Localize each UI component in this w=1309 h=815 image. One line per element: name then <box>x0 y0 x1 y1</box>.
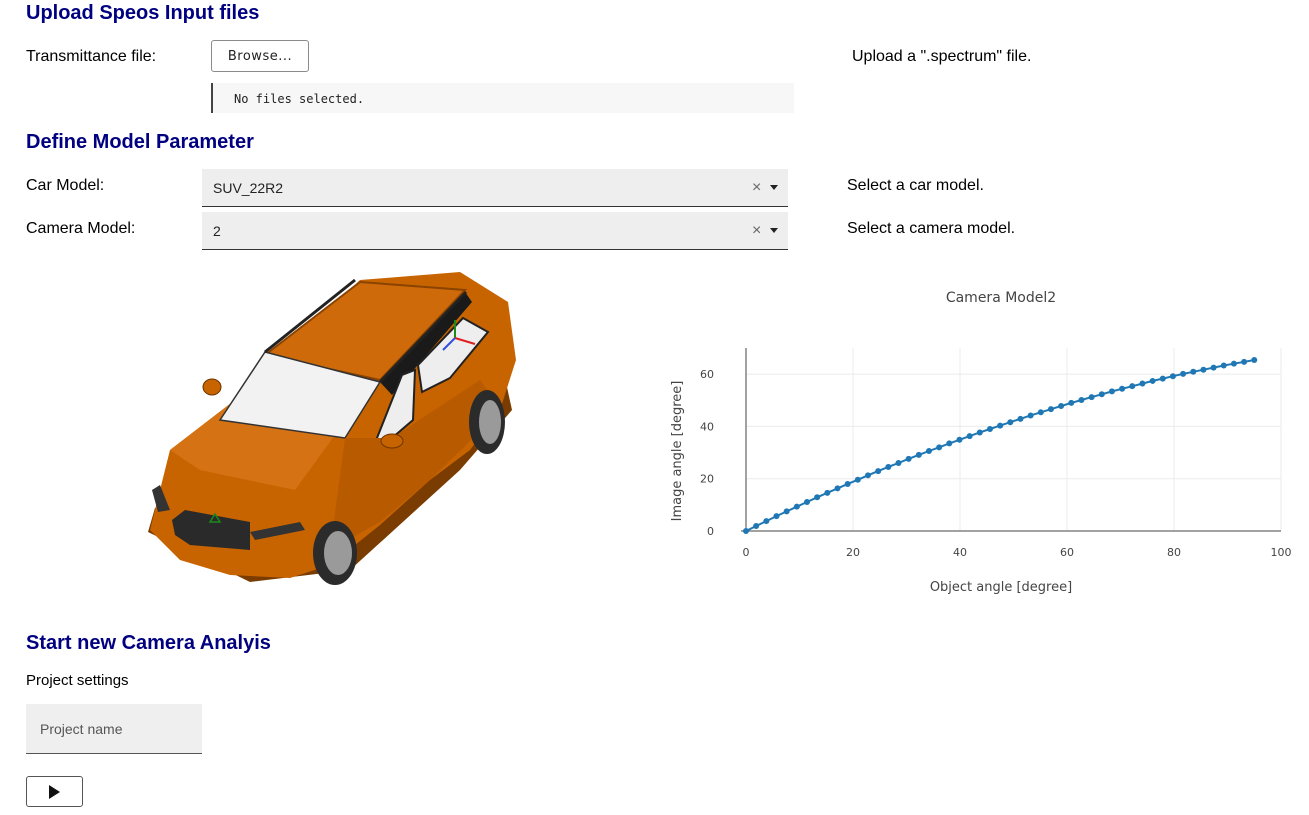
data-point[interactable] <box>946 440 953 447</box>
data-point[interactable] <box>997 422 1004 429</box>
data-point[interactable] <box>1068 399 1075 406</box>
data-point[interactable] <box>1078 397 1085 404</box>
data-point[interactable] <box>1047 406 1054 413</box>
y-tick-label: 40 <box>700 420 714 433</box>
camera-model-hint: Select a camera model. <box>847 220 1016 237</box>
data-point[interactable] <box>854 476 861 483</box>
data-point[interactable] <box>1119 385 1126 392</box>
x-tick-label: 40 <box>953 546 967 559</box>
camera-model-chart[interactable]: Camera Model2 0 20 40 60 80 100 0 20 40 60 Object… <box>660 280 1300 610</box>
x-tick-label: 60 <box>1060 546 1074 559</box>
data-point[interactable] <box>1159 375 1166 382</box>
chart-grid <box>741 348 1282 532</box>
model-heading: Define Model Parameter <box>26 131 254 153</box>
x-axis-label: Object angle [degree] <box>930 580 1072 595</box>
data-point[interactable] <box>864 472 871 479</box>
data-point[interactable] <box>1007 419 1014 426</box>
data-point[interactable] <box>1129 383 1136 390</box>
x-tick-label: 80 <box>1167 546 1181 559</box>
data-point[interactable] <box>925 448 932 455</box>
x-tick-label: 0 <box>743 546 750 559</box>
data-point[interactable] <box>885 463 892 470</box>
chart-ticks: 0 20 40 60 80 100 0 20 40 60 <box>700 368 1292 559</box>
data-point[interactable] <box>1139 380 1146 387</box>
data-point[interactable] <box>773 513 780 520</box>
data-point[interactable] <box>875 468 882 475</box>
data-point[interactable] <box>976 429 983 436</box>
data-point[interactable] <box>986 426 993 433</box>
data-point[interactable] <box>1210 364 1217 371</box>
data-point[interactable] <box>793 503 800 510</box>
upload-heading: Upload Speos Input files <box>26 2 260 24</box>
data-point[interactable] <box>1241 358 1248 365</box>
data-point[interactable] <box>1037 409 1044 416</box>
data-point[interactable] <box>1169 373 1176 380</box>
data-point[interactable] <box>814 494 821 501</box>
data-point[interactable] <box>783 508 790 515</box>
chart-series <box>743 357 1258 534</box>
y-axis-label: Image angle [degree] <box>670 381 685 522</box>
data-point[interactable] <box>956 436 963 443</box>
data-point[interactable] <box>824 489 831 496</box>
x-tick-label: 20 <box>846 546 860 559</box>
data-point[interactable] <box>1027 412 1034 419</box>
data-point[interactable] <box>1098 391 1105 398</box>
file-status: No files selected. <box>211 83 794 113</box>
transmittance-label: Transmittance file: <box>26 48 157 65</box>
browse-button[interactable]: Browse... <box>211 40 309 72</box>
data-point[interactable] <box>1058 403 1065 410</box>
upload-hint: Upload a ".spectrum" file. <box>852 48 1032 65</box>
data-point[interactable] <box>966 433 973 440</box>
car-model-hint: Select a car model. <box>847 177 984 194</box>
car-model-select[interactable]: SUV_22R2 × <box>202 169 788 207</box>
project-settings-label: Project settings <box>26 672 129 689</box>
data-point[interactable] <box>1251 357 1258 364</box>
camera-model-clear-icon[interactable]: × <box>752 222 761 240</box>
y-tick-label: 60 <box>700 368 714 381</box>
car-model-clear-icon[interactable]: × <box>752 179 761 197</box>
data-point[interactable] <box>1180 370 1187 377</box>
data-point[interactable] <box>905 455 912 462</box>
run-button[interactable] <box>26 776 83 807</box>
play-icon <box>49 785 60 799</box>
data-point[interactable] <box>1108 388 1115 395</box>
series-line <box>745 359 1255 532</box>
data-point[interactable] <box>763 518 770 525</box>
x-tick-label: 100 <box>1271 546 1292 559</box>
data-point[interactable] <box>834 485 841 492</box>
data-point[interactable] <box>743 528 749 534</box>
chart-title: Camera Model2 <box>946 290 1056 306</box>
y-tick-label: 0 <box>707 525 714 538</box>
data-point[interactable] <box>1200 366 1207 373</box>
data-point[interactable] <box>803 498 810 505</box>
data-point[interactable] <box>936 444 943 451</box>
data-point[interactable] <box>1220 362 1227 369</box>
car-model-value: SUV_22R2 <box>213 180 284 196</box>
camera-model-label: Camera Model: <box>26 220 136 237</box>
analysis-heading: Start new Camera Analyis <box>26 632 271 654</box>
data-point[interactable] <box>1017 415 1024 422</box>
data-point[interactable] <box>1088 394 1095 401</box>
project-name-input[interactable] <box>26 704 202 754</box>
data-point[interactable] <box>915 451 922 458</box>
car-model-render <box>148 272 516 585</box>
data-point[interactable] <box>1230 360 1237 367</box>
data-point[interactable] <box>895 460 902 467</box>
data-point[interactable] <box>1190 368 1197 375</box>
y-tick-label: 20 <box>700 473 714 486</box>
camera-model-select[interactable]: 2 × <box>202 212 788 250</box>
data-point[interactable] <box>753 523 760 530</box>
car-3d-viewer[interactable] <box>130 260 530 600</box>
camera-model-value: 2 <box>213 223 221 239</box>
data-point[interactable] <box>1149 377 1156 384</box>
data-point[interactable] <box>844 480 851 487</box>
car-model-label: Car Model: <box>26 177 105 194</box>
chevron-down-icon[interactable] <box>770 185 778 190</box>
chevron-down-icon[interactable] <box>770 228 778 233</box>
